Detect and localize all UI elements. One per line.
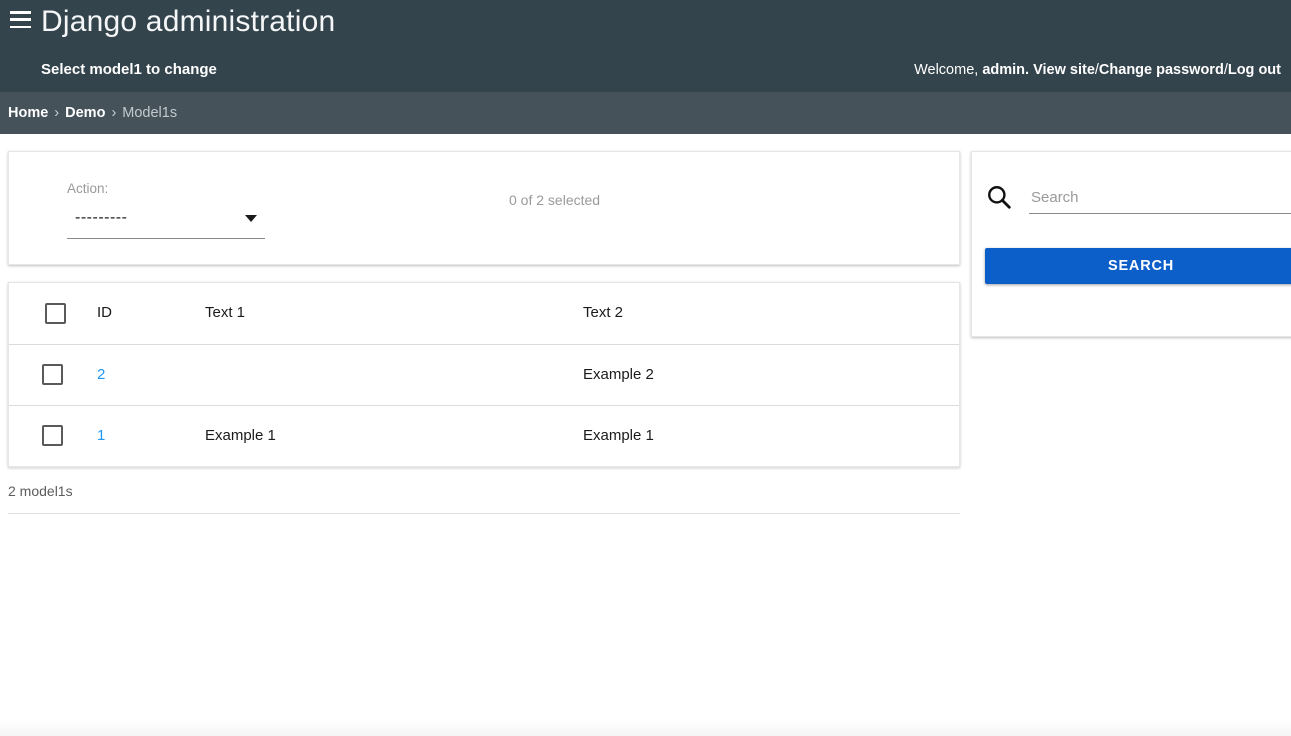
breadcrumb-separator: › — [54, 105, 60, 121]
hamburger-icon[interactable] — [10, 11, 31, 28]
row-text2-cell: Example 1 — [583, 405, 959, 466]
hamburger-bar — [10, 11, 31, 14]
hamburger-bar — [10, 25, 31, 28]
select-all-cell — [9, 283, 97, 344]
change-password-link[interactable]: Change password — [1099, 62, 1224, 78]
select-all-checkbox[interactable] — [45, 302, 66, 324]
page-root: Django administration Select model1 to c… — [0, 0, 1291, 736]
table-body: ID Text 1 Text 2 2 Example 2 1 Example 1… — [9, 283, 959, 466]
table-row: 2 Example 2 — [9, 344, 959, 405]
user-tools: Welcome, admin. View site/Change passwor… — [914, 60, 1281, 80]
log-out-link[interactable]: Log out — [1228, 62, 1281, 78]
row-select-cell — [9, 344, 97, 405]
row-id-cell: 1 — [97, 405, 205, 466]
column-header-label: Text 2 — [583, 304, 624, 322]
chevron-down-icon — [245, 215, 257, 222]
search-panel: SEARCH — [971, 151, 1291, 337]
main-content: Action: --------- 0 of 2 selected GO SEA… — [0, 134, 1291, 736]
action-bar: Action: --------- 0 of 2 selected — [8, 151, 960, 265]
row-text2-value: Example 1 — [583, 426, 654, 444]
row-text2-cell: Example 2 — [583, 344, 959, 405]
table-header-row: ID Text 1 Text 2 — [9, 283, 959, 344]
site-title[interactable]: Django administration — [41, 2, 335, 42]
row-id-link[interactable]: 2 — [97, 366, 105, 383]
row-text2-value: Example 2 — [583, 365, 654, 383]
column-header-label: Text 1 — [205, 304, 246, 322]
row-text1-cell — [205, 344, 583, 405]
action-label: Action: — [67, 181, 109, 196]
column-header-text2[interactable]: Text 2 — [583, 283, 959, 344]
column-header-label: ID — [97, 304, 112, 322]
row-select-cell — [9, 405, 97, 466]
column-header-id[interactable]: ID — [97, 283, 205, 344]
results-table: ID Text 1 Text 2 2 Example 2 1 Example 1… — [8, 282, 960, 467]
row-text1-value: Example 1 — [205, 426, 276, 444]
table-row: 1 Example 1 Example 1 — [9, 405, 959, 466]
site-header: Django administration Select model1 to c… — [0, 0, 1291, 92]
hamburger-bar — [10, 18, 31, 21]
view-site-link[interactable]: View site — [1033, 62, 1095, 78]
action-select-value: --------- — [75, 209, 128, 226]
welcome-text: Welcome, — [914, 62, 979, 78]
breadcrumb-separator: › — [111, 105, 117, 121]
username-label: admin. — [982, 62, 1030, 78]
column-header-text1[interactable]: Text 1 — [205, 283, 583, 344]
breadcrumb-item-demo[interactable]: Demo — [65, 105, 105, 121]
row-id-link[interactable]: 1 — [97, 427, 105, 444]
result-count-bar: 2 model1s — [8, 467, 960, 514]
row-text1-cell: Example 1 — [205, 405, 583, 466]
action-select[interactable]: --------- — [67, 204, 265, 239]
model-list-table: ID Text 1 Text 2 2 Example 2 1 Example 1… — [9, 283, 959, 466]
search-icon — [986, 184, 1012, 210]
page-title: Select model1 to change — [41, 61, 217, 78]
search-input[interactable] — [1029, 182, 1291, 214]
row-checkbox[interactable] — [42, 364, 63, 385]
bottom-gradient-band — [0, 720, 1291, 736]
selection-count: 0 of 2 selected — [509, 192, 601, 208]
breadcrumb-item-model1s: Model1s — [122, 105, 178, 121]
row-id-cell: 2 — [97, 344, 205, 405]
breadcrumb: Home › Demo › Model1s — [0, 92, 1291, 134]
result-count-label: 2 model1s — [8, 482, 73, 499]
breadcrumb-item-home[interactable]: Home — [8, 105, 48, 121]
search-submit-button[interactable]: SEARCH — [985, 248, 1291, 284]
row-checkbox[interactable] — [42, 425, 63, 447]
